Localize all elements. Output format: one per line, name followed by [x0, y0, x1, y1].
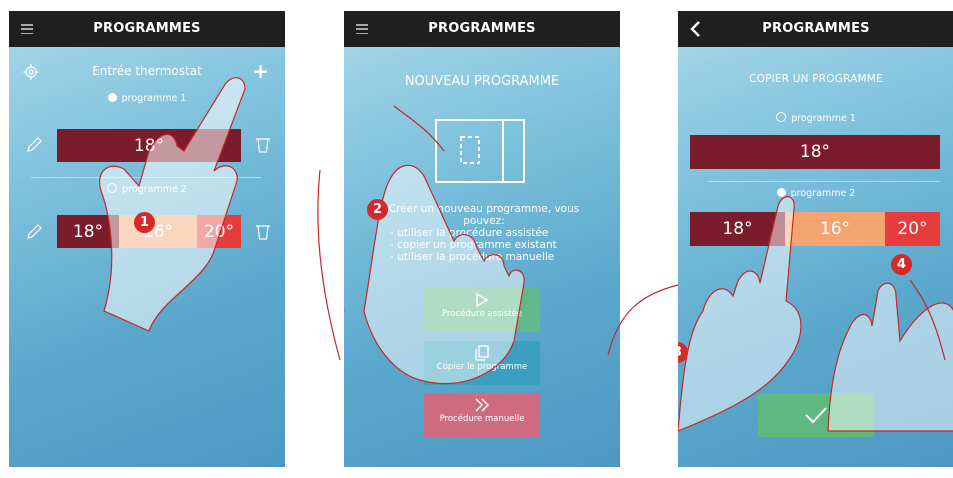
program-1-segment: 18° — [57, 129, 241, 162]
plus-icon[interactable]: + — [252, 59, 269, 83]
program-2-radio[interactable]: programme 2 — [9, 183, 285, 195]
segment-warm: 20° — [197, 215, 241, 248]
program-1-label: programme 1 — [791, 113, 856, 124]
description-text: Créer un nouveau programme, vous pouvez:… — [370, 203, 598, 263]
arm-outline — [317, 169, 341, 361]
description-line: - utiliser la procédure manuelle — [390, 251, 555, 263]
copy-program-button[interactable]: Copier le programme — [424, 341, 540, 385]
program-1-bar[interactable]: 18° — [57, 129, 241, 162]
step-badge-2: 2 — [367, 199, 388, 220]
trash-icon[interactable] — [255, 223, 271, 241]
pencil-icon[interactable] — [25, 223, 43, 241]
screen-programmes-list: PROGRAMMES Entrée thermostat + programme… — [9, 11, 285, 467]
manual-procedure-button[interactable]: Procédure manuelle — [424, 393, 540, 437]
copy-program-label: Copier le programme — [436, 362, 528, 372]
check-icon — [805, 407, 827, 424]
manual-procedure-label: Procédure manuelle — [439, 414, 525, 424]
page-title: NOUVEAU PROGRAMME — [404, 74, 560, 89]
thermostat-subtitle: Entrée thermostat — [92, 64, 202, 78]
double-chevron-icon — [475, 398, 489, 412]
segment-cold: 18° — [690, 212, 785, 246]
play-icon — [476, 292, 489, 308]
program-2-bar[interactable]: 18° 16° 20° — [690, 212, 940, 246]
program-1-bar[interactable]: 18° — [690, 135, 940, 169]
program-2-label: programme 2 — [122, 184, 187, 195]
step-badge-4: 4 — [891, 254, 912, 275]
divider — [31, 177, 261, 178]
arm-outline — [909, 280, 946, 361]
segment-mid: 16° — [785, 212, 885, 246]
screen-new-program: PROGRAMMES NOUVEAU PROGRAMME Créer un no… — [344, 11, 620, 467]
trash-icon[interactable] — [255, 136, 271, 154]
header-title: PROGRAMMES — [93, 21, 201, 36]
divider — [708, 181, 940, 182]
copy-icon — [475, 345, 489, 361]
confirm-button[interactable] — [758, 393, 874, 437]
header-bar: PROGRAMMES — [9, 11, 285, 47]
header-title: PROGRAMMES — [762, 21, 870, 36]
page-title: COPIER UN PROGRAMME — [749, 73, 883, 85]
description-line: pouvez: — [463, 215, 505, 227]
segment-mid: 16° — [119, 215, 197, 248]
program-2-radio[interactable]: programme 2 — [678, 188, 953, 199]
radio-empty-icon — [107, 183, 118, 193]
radio-empty-icon — [776, 112, 787, 122]
pencil-icon[interactable] — [25, 136, 43, 154]
assisted-procedure-button[interactable]: Procédure assistée — [424, 288, 540, 332]
header-title: PROGRAMMES — [428, 21, 536, 36]
assisted-procedure-label: Procédure assistée — [441, 309, 523, 319]
radio-selected-icon — [776, 188, 786, 197]
arm-outline — [607, 284, 679, 356]
header-bar: PROGRAMMES — [678, 11, 953, 47]
step-badge-1: 1 — [134, 212, 155, 233]
program-1-segment: 18° — [690, 135, 940, 169]
program-1-label: programme 1 — [121, 93, 187, 104]
description-line: Créer un nouveau programme, vous — [388, 203, 580, 215]
header-bar: PROGRAMMES — [344, 11, 620, 47]
program-2-label: programme 2 — [790, 188, 856, 199]
program-1-radio[interactable]: programme 1 — [9, 93, 285, 104]
segment-warm: 20° — [885, 212, 940, 246]
description-line: - copier un programme existant — [390, 239, 557, 251]
segment-cold: 18° — [57, 215, 119, 248]
program-1-radio[interactable]: programme 1 — [678, 112, 953, 124]
thermostat-device-icon — [435, 119, 525, 183]
description-line: - utiliser la procédure assistée — [390, 227, 549, 239]
radio-selected-icon — [107, 93, 117, 102]
